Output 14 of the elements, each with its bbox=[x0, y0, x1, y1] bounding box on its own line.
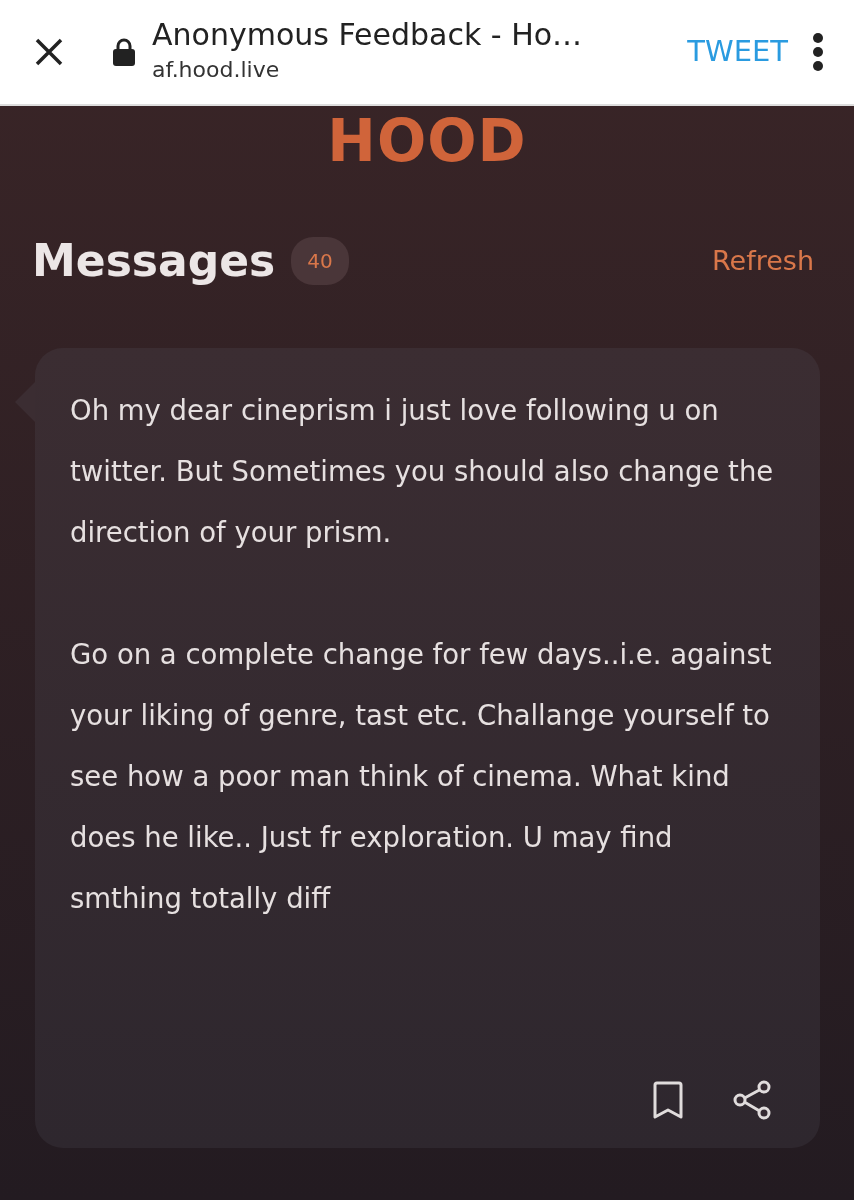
messages-heading: Messages bbox=[32, 235, 276, 288]
bookmark-icon[interactable] bbox=[652, 1080, 684, 1119]
share-icon[interactable] bbox=[732, 1079, 772, 1120]
message-text: Go on a complete change for few days..i.e. against your liking of genre, tast etc. Challange yourself to see how a poor man think of cinema. What kind does he like.. Just fr exploration. U may find smthing totally diff bbox=[70, 636, 773, 916]
close-icon[interactable] bbox=[34, 37, 64, 67]
refresh-link[interactable]: Refresh bbox=[712, 241, 814, 282]
tweet-button[interactable]: TWEET bbox=[687, 30, 788, 74]
page-title: Anonymous Feedback - Ho… bbox=[152, 18, 584, 53]
message-text: Oh my dear cineprism i just love following u on twitter. But Sometimes you should also change the direction of your prism. bbox=[70, 392, 775, 550]
lock-icon bbox=[112, 37, 136, 67]
menu-icon[interactable] bbox=[812, 32, 824, 72]
page-url: af.hood.live bbox=[152, 55, 281, 84]
count-badge: 40 bbox=[291, 237, 349, 286]
logo: HOOD bbox=[327, 112, 527, 170]
